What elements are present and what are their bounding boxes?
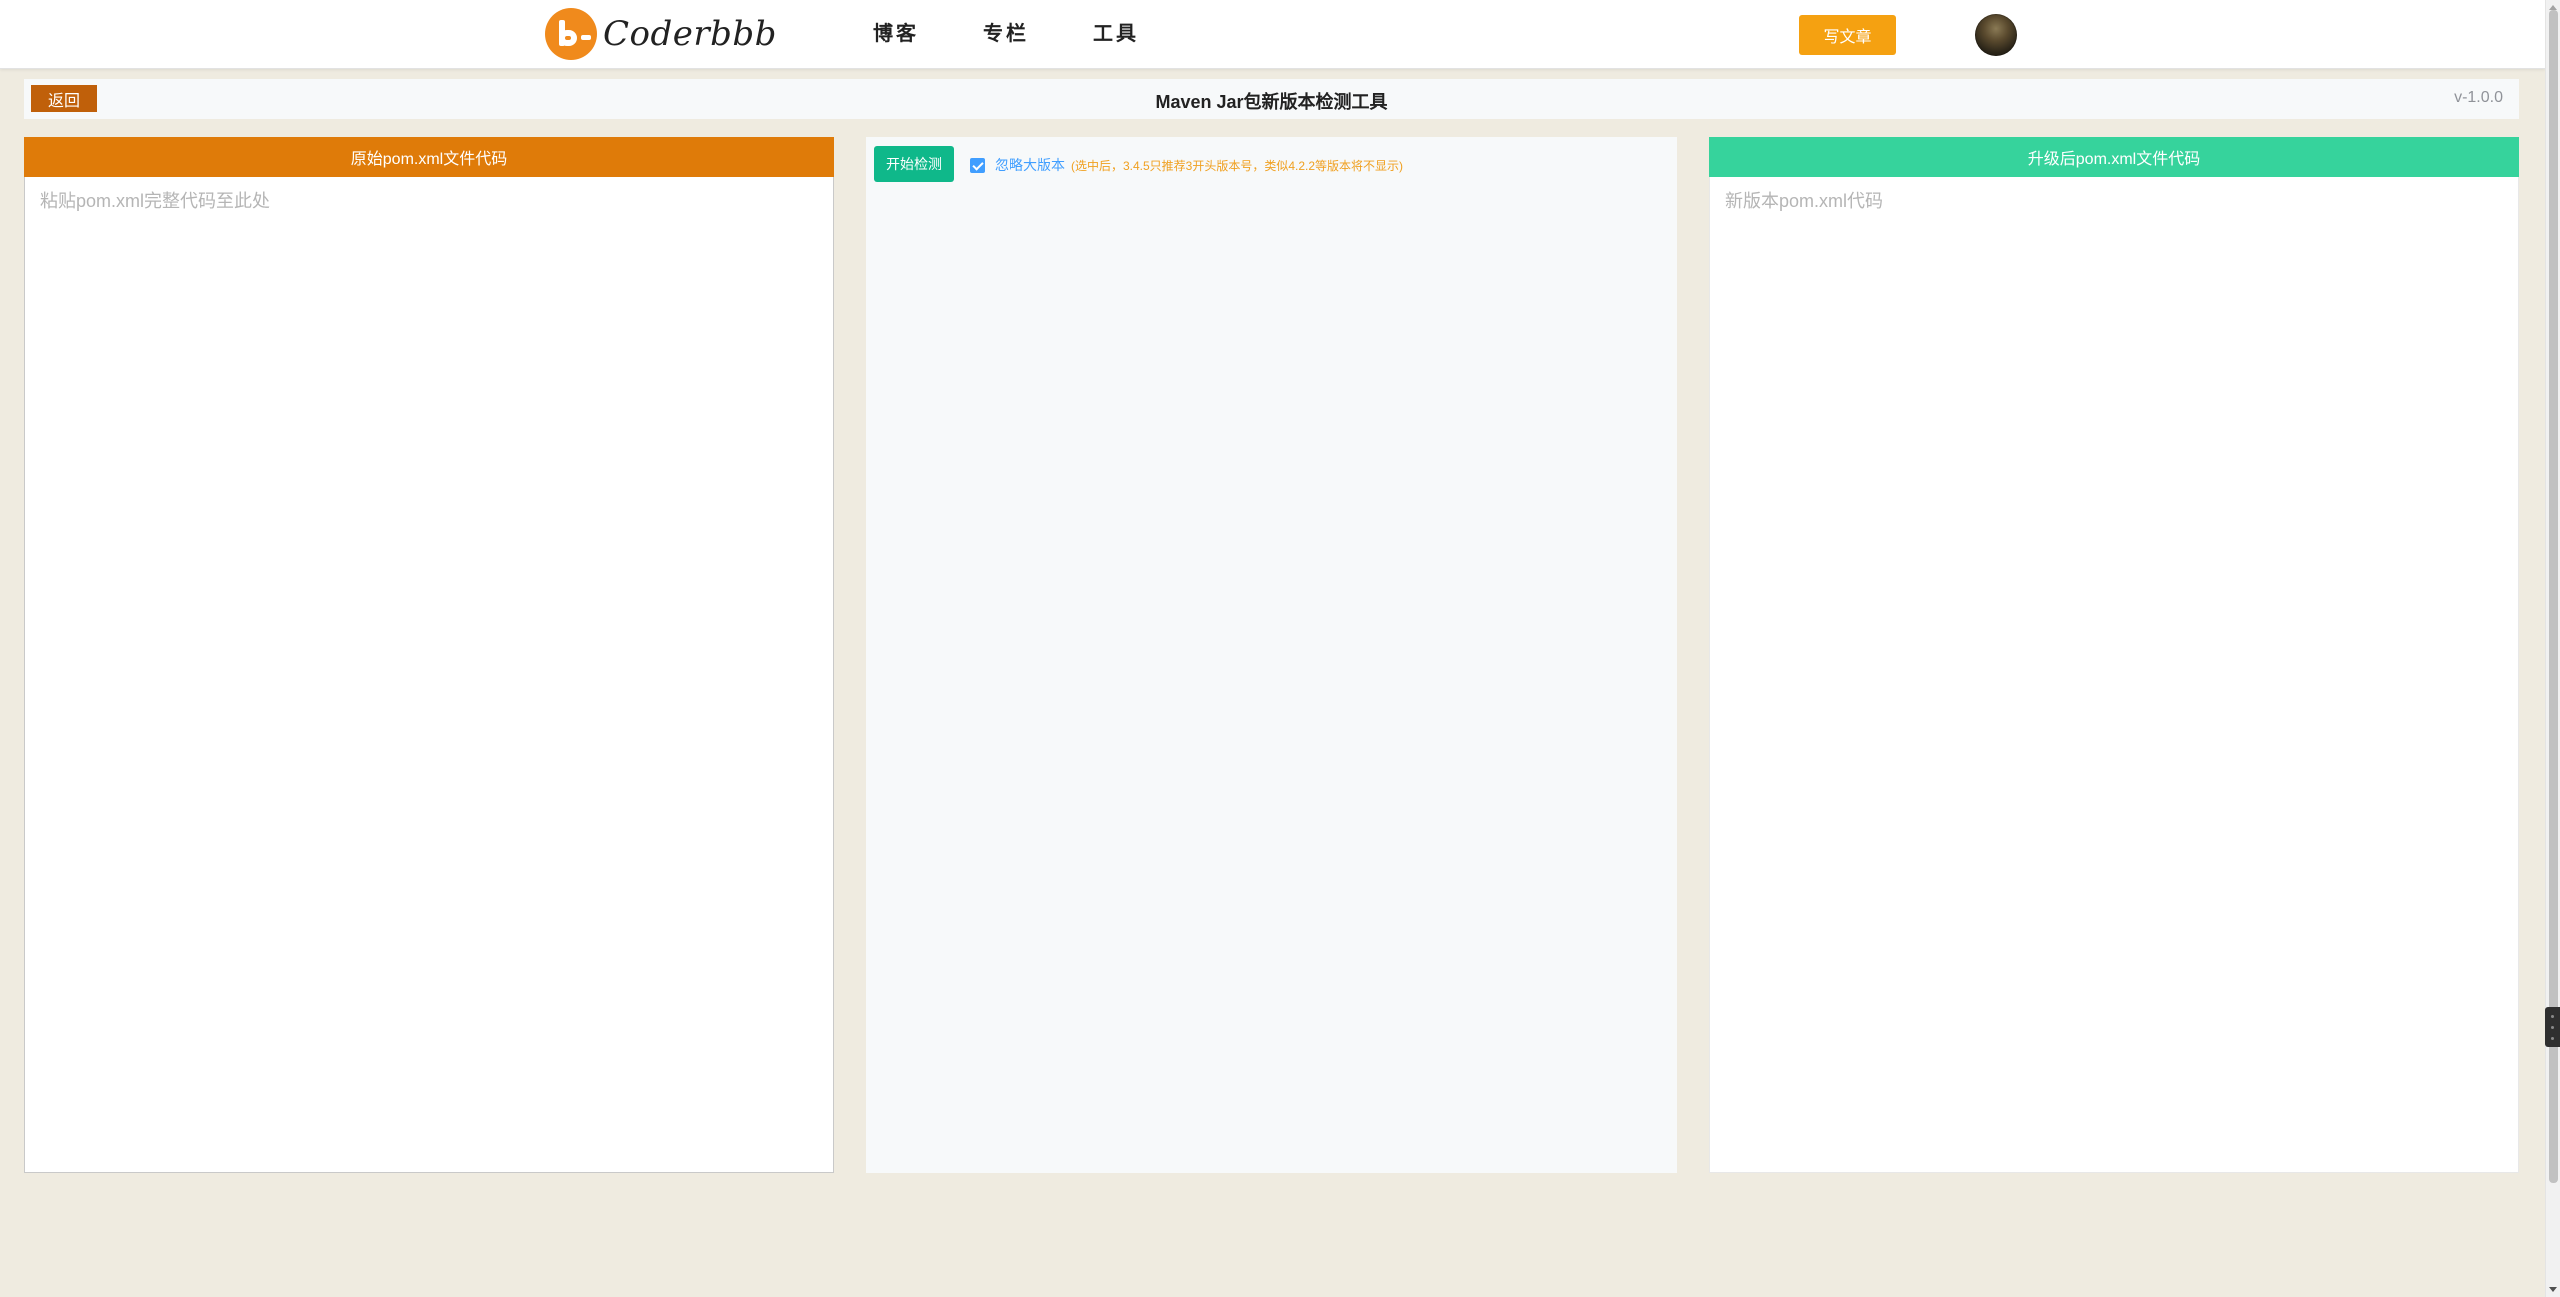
scroll-down-icon[interactable] — [2549, 1287, 2557, 1292]
main-nav: 博客 专栏 工具 — [873, 20, 1203, 48]
tool-header: 返回 Maven Jar包新版本检测工具 v-1.0.0 — [24, 79, 2519, 119]
ignore-major-checkbox[interactable] — [970, 157, 985, 173]
upgraded-pom-title: 升级后pom.xml文件代码 — [1709, 137, 2519, 177]
original-pom-title: 原始pom.xml文件代码 — [24, 137, 834, 177]
original-pom-input[interactable] — [25, 177, 833, 1171]
upgraded-pom-panel: 升级后pom.xml文件代码 — [1709, 137, 2519, 1173]
nav-item-blog[interactable]: 博客 — [873, 20, 919, 48]
upgraded-pom-output[interactable] — [1710, 177, 2518, 1171]
original-pom-panel: 原始pom.xml文件代码 — [24, 137, 834, 1173]
check-panel: 开始检测 忽略大版本 (选中后，3.4.5只推荐3开头版本号，类似4.2.2等版… — [866, 137, 1677, 1173]
version-label: v-1.0.0 — [2454, 89, 2503, 106]
ignore-major-hint: (选中后，3.4.5只推荐3开头版本号，类似4.2.2等版本将不显示) — [1071, 158, 1404, 173]
site-logo[interactable]: Coderbbb — [545, 8, 777, 60]
ignore-major-label: 忽略大版本 — [995, 157, 1065, 173]
write-article-button[interactable]: 写文章 — [1799, 15, 1896, 55]
start-check-button[interactable]: 开始检测 — [874, 146, 954, 182]
page-scrollbar[interactable] — [2545, 0, 2560, 1297]
side-toolbar-handle[interactable] — [2545, 1007, 2560, 1047]
page-title: Maven Jar包新版本检测工具 — [1155, 92, 1388, 112]
logo-icon — [545, 8, 597, 60]
nav-item-columns[interactable]: 专栏 — [983, 20, 1029, 48]
top-navbar: Coderbbb 博客 专栏 工具 写文章 — [0, 0, 2545, 69]
user-avatar[interactable] — [1975, 14, 2017, 56]
logo-text: Coderbbb — [603, 14, 777, 54]
nav-item-tools[interactable]: 工具 — [1093, 20, 1139, 48]
ignore-major-option[interactable]: 忽略大版本 (选中后，3.4.5只推荐3开头版本号，类似4.2.2等版本将不显示… — [970, 155, 1403, 175]
page: Coderbbb 博客 专栏 工具 写文章 返回 Maven Jar包新版本检测… — [0, 0, 2545, 1297]
